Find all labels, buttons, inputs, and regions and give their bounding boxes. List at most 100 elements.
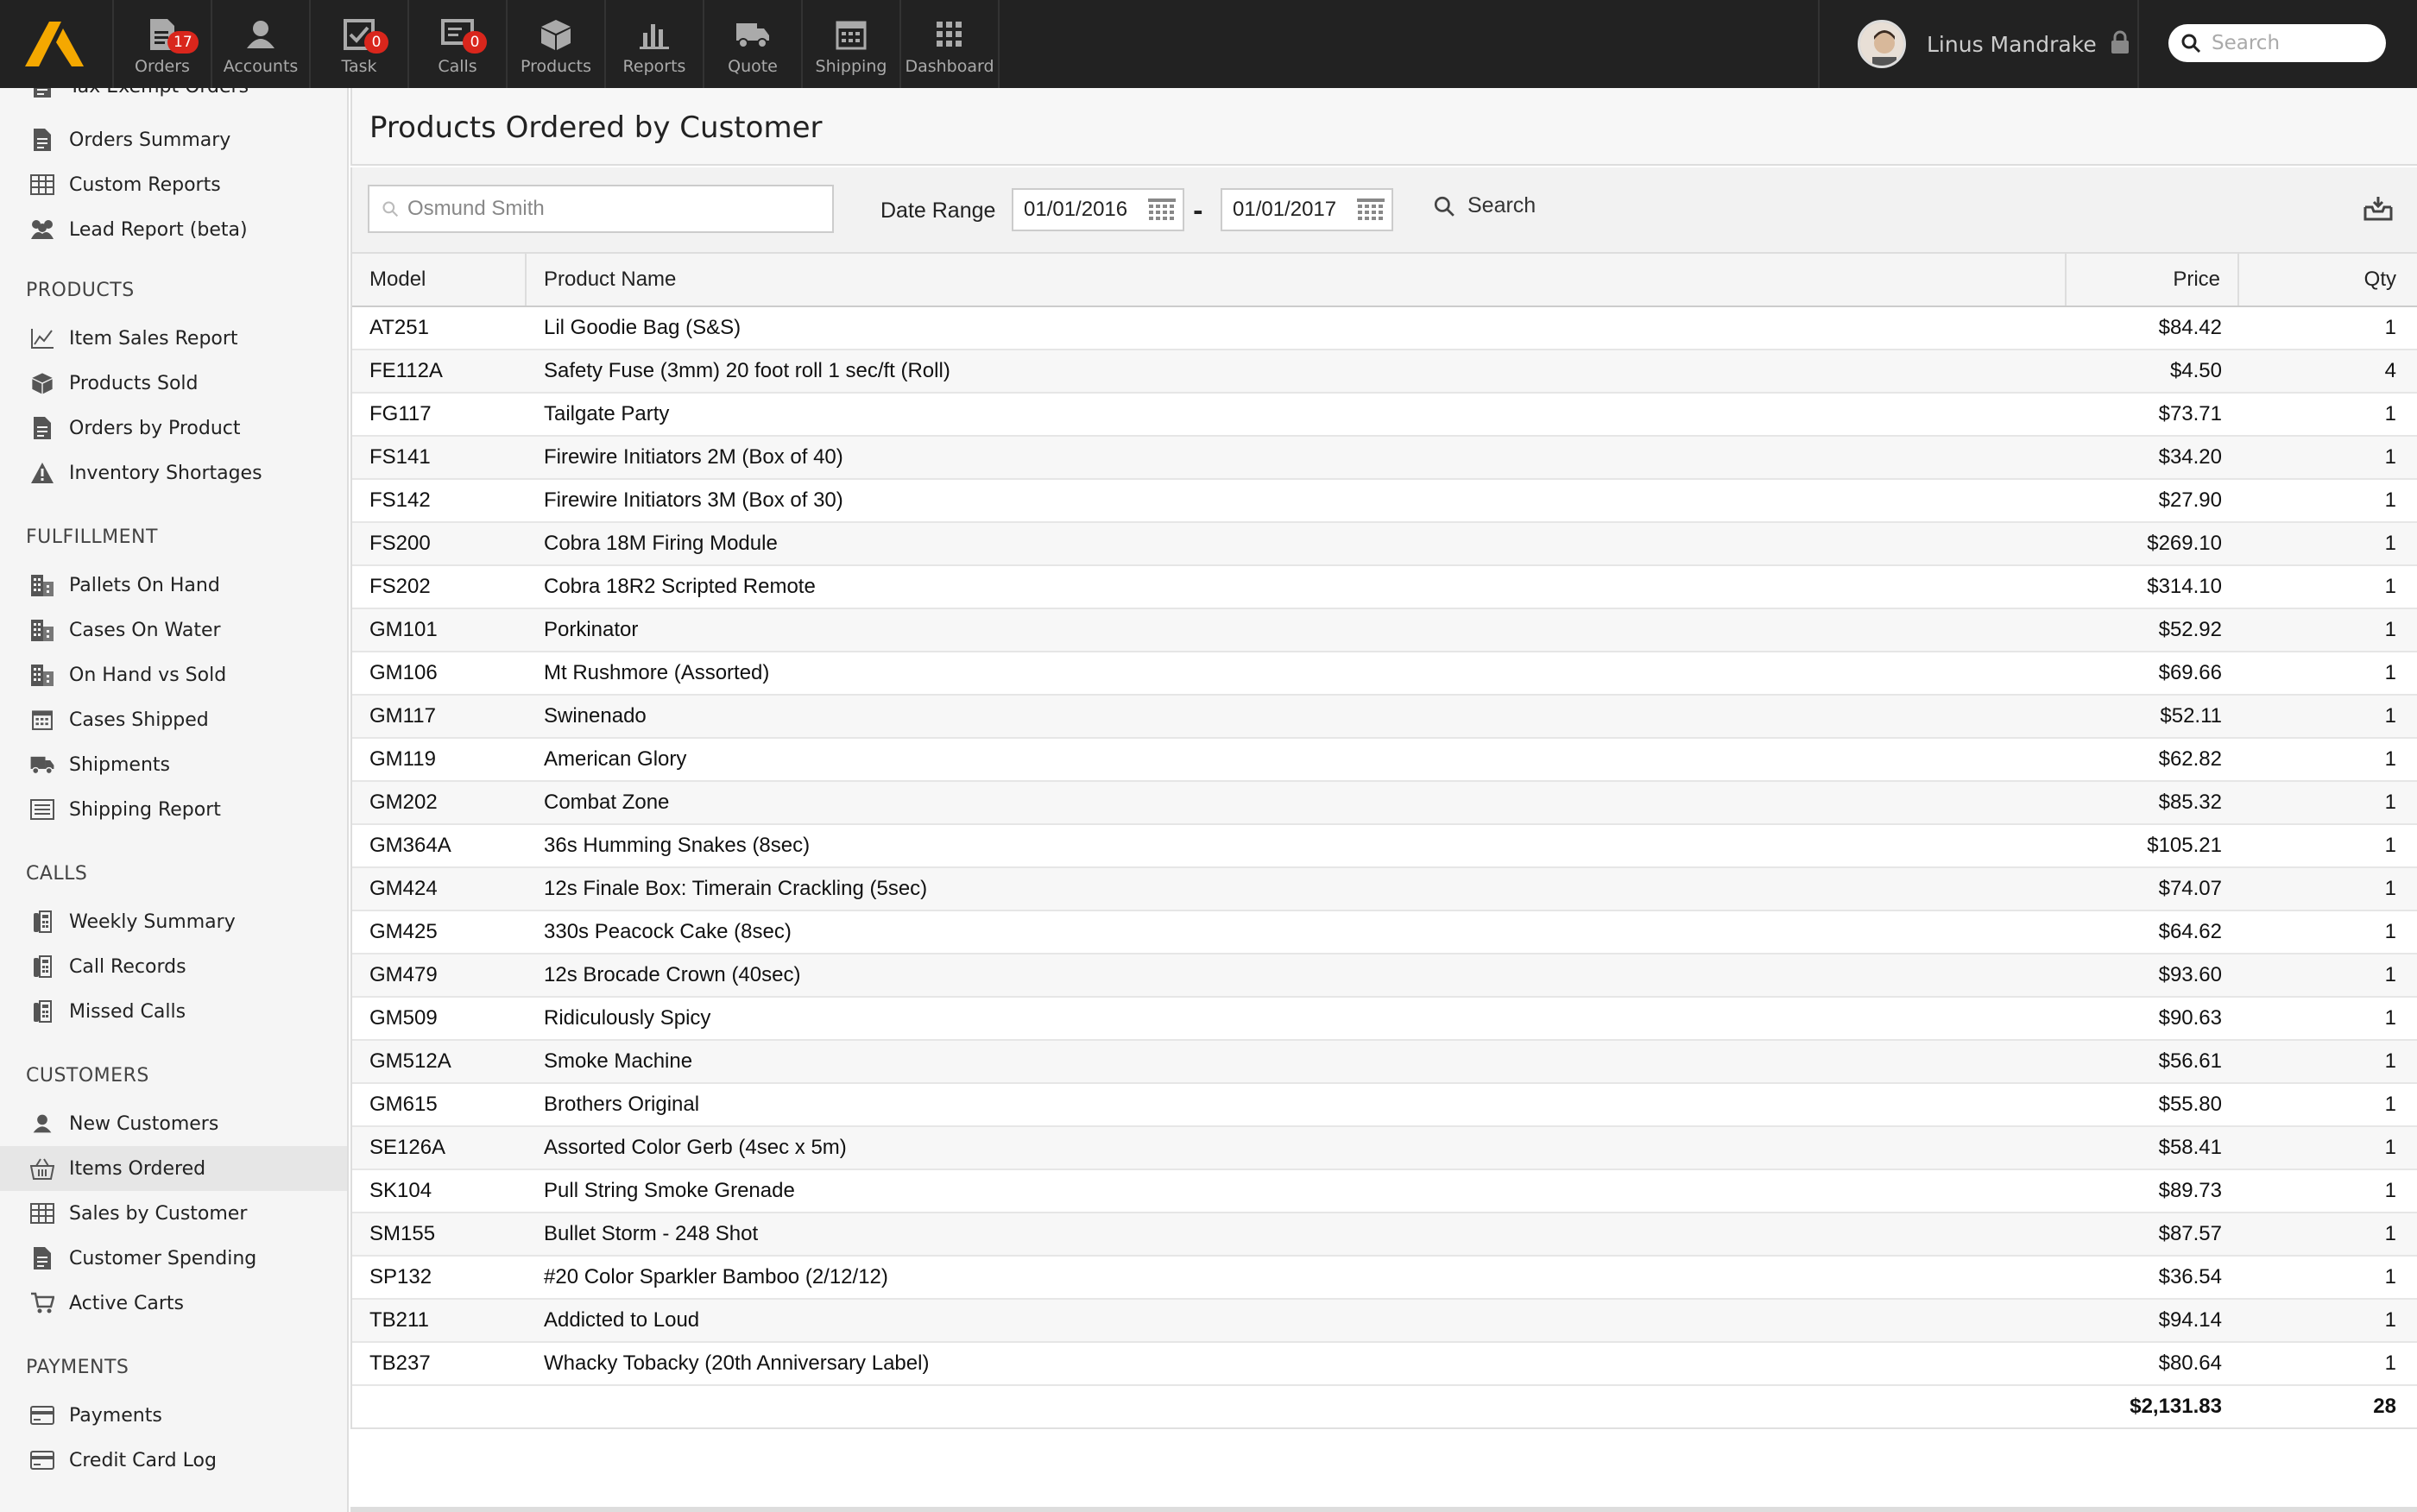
sidebar-item[interactable]: Credit Card Log	[0, 1438, 347, 1483]
cell-product-name: Swinenado	[544, 704, 647, 728]
table-row[interactable]: GM364A 36s Humming Snakes (8sec) $105.21 1	[352, 825, 2417, 868]
table-row[interactable]: SM155 Bullet Storm - 248 Shot $87.57 1	[352, 1213, 2417, 1257]
sidebar-item[interactable]: Weekly Summary	[0, 899, 347, 944]
sidebar-item[interactable]: Active Carts	[0, 1281, 347, 1326]
search-button[interactable]: Search	[1433, 193, 1536, 218]
nav-dashboard[interactable]: Dashboard	[901, 0, 1000, 88]
sidebar-item[interactable]: Cases Shipped	[0, 697, 347, 742]
app-logo[interactable]	[0, 0, 114, 88]
nav-task[interactable]: 0 Task	[311, 0, 409, 88]
date-from-input[interactable]	[1024, 198, 1145, 222]
sidebar-item[interactable]: Products Sold	[0, 361, 347, 406]
accounts-icon	[242, 16, 280, 54]
global-search-input[interactable]	[2212, 32, 2376, 54]
sidebar-item-label: Payments	[69, 1404, 162, 1427]
table-row[interactable]: FS202 Cobra 18R2 Scripted Remote $314.10 1	[352, 566, 2417, 609]
sidebar-item[interactable]: Orders Summary	[0, 117, 347, 162]
table-row[interactable]: SE126A Assorted Color Gerb (4sec x 5m) $58…	[352, 1127, 2417, 1170]
table-row[interactable]: GM106 Mt Rushmore (Assorted) $69.66 1	[352, 652, 2417, 696]
nav-reports[interactable]: Reports	[606, 0, 704, 88]
column-header-model[interactable]: Model	[352, 254, 527, 306]
nav-accounts[interactable]: Accounts	[212, 0, 311, 88]
document-icon	[29, 88, 55, 99]
sidebar-item-label: Pallets On Hand	[69, 574, 220, 596]
cell-qty: 1	[2384, 488, 2396, 512]
sidebar-item[interactable]: On Hand vs Sold	[0, 652, 347, 697]
sidebar-item[interactable]: Custom Reports	[0, 162, 347, 207]
cell-model: GM509	[369, 1006, 438, 1030]
nav-quote[interactable]: Quote	[704, 0, 803, 88]
date-separator: -	[1193, 197, 1203, 225]
table-row[interactable]: GM202 Combat Zone $85.32 1	[352, 782, 2417, 825]
cell-price: $62.82	[2158, 747, 2222, 771]
global-search	[2168, 24, 2386, 62]
table-row[interactable]: GM101 Porkinator $52.92 1	[352, 609, 2417, 652]
sidebar-item[interactable]: Tax Exempt Orders	[0, 88, 347, 109]
table-row[interactable]: FS142 Firewire Initiators 3M (Box of 30) $…	[352, 480, 2417, 523]
table-row[interactable]: GM615 Brothers Original $55.80 1	[352, 1084, 2417, 1127]
cell-model: FS200	[369, 532, 431, 555]
document-icon	[29, 127, 55, 153]
table-row[interactable]: SP132 #20 Color Sparkler Bamboo (2/12/12)…	[352, 1257, 2417, 1300]
table-row[interactable]: FE112A Safety Fuse (3mm) 20 foot roll 1 s…	[352, 350, 2417, 394]
sidebar-item[interactable]: New Customers	[0, 1101, 347, 1146]
sidebar-item[interactable]: Call Records	[0, 944, 347, 989]
cell-model: FS142	[369, 488, 431, 512]
date-to-input[interactable]	[1233, 198, 1354, 222]
table-row[interactable]: FS200 Cobra 18M Firing Module $269.10 1	[352, 523, 2417, 566]
cell-price: $80.64	[2158, 1351, 2222, 1375]
sidebar-item[interactable]: Shipments	[0, 742, 347, 787]
table-row[interactable]: SK104 Pull String Smoke Grenade $89.73 1	[352, 1170, 2417, 1213]
cell-model: GM479	[369, 963, 438, 986]
table-row[interactable]: FS141 Firewire Initiators 2M (Box of 40) $…	[352, 437, 2417, 480]
sidebar-item-label: Active Carts	[69, 1292, 185, 1314]
table-row[interactable]: GM512A Smoke Machine $56.61 1	[352, 1041, 2417, 1084]
sidebar-item[interactable]: Orders by Product	[0, 406, 347, 450]
cell-qty: 1	[2384, 1351, 2396, 1375]
nav-products[interactable]: Products	[508, 0, 606, 88]
sidebar-item[interactable]: Lead Report (beta)	[0, 207, 347, 252]
cart-icon	[29, 1290, 55, 1316]
nav-orders[interactable]: 17 Orders	[114, 0, 212, 88]
nav-calls[interactable]: 0 Calls	[409, 0, 508, 88]
cell-product-name: Bullet Storm - 248 Shot	[544, 1222, 759, 1245]
column-header-price[interactable]: Price	[2067, 254, 2239, 306]
column-header-qty[interactable]: Qty	[2239, 254, 2414, 306]
column-header-product-name[interactable]: Product Name	[527, 254, 2067, 306]
sidebar-item[interactable]: Payments	[0, 1393, 347, 1438]
cell-model: FG117	[369, 402, 432, 425]
table-row[interactable]: GM509 Ridiculously Spicy $90.63 1	[352, 998, 2417, 1041]
calendar-icon[interactable]	[1357, 198, 1385, 226]
table-body: AT251 Lil Goodie Bag (S&S) $84.42 1 FE112A Sa…	[352, 307, 2417, 1386]
sidebar-item[interactable]: Shipping Report	[0, 787, 347, 832]
nav-shipping[interactable]: Shipping	[803, 0, 901, 88]
table-row[interactable]: TB211 Addicted to Loud $94.14 1	[352, 1300, 2417, 1343]
user-menu[interactable]: Linus Mandrake	[1818, 0, 2139, 88]
table-row[interactable]: GM117 Swinenado $52.11 1	[352, 696, 2417, 739]
table-row[interactable]: GM479 12s Brocade Crown (40sec) $93.60 1	[352, 954, 2417, 998]
table-row[interactable]: GM119 American Glory $62.82 1	[352, 739, 2417, 782]
sidebar-item[interactable]: Items Ordered	[0, 1146, 347, 1191]
sidebar-item[interactable]: Sales by Customer	[0, 1191, 347, 1236]
cell-qty: 1	[2384, 532, 2396, 555]
table-row[interactable]: GM424 12s Finale Box: Timerain Crackling …	[352, 868, 2417, 911]
table-row[interactable]: AT251 Lil Goodie Bag (S&S) $84.42 1	[352, 307, 2417, 350]
sidebar-item-label: Cases Shipped	[69, 709, 209, 731]
export-button[interactable]	[2363, 195, 2393, 224]
lock-icon[interactable]	[2111, 30, 2130, 58]
sidebar-item[interactable]: Inventory Shortages	[0, 450, 347, 495]
table-row[interactable]: GM425 330s Peacock Cake (8sec) $64.62 1	[352, 911, 2417, 954]
calendar-icon[interactable]	[1148, 198, 1176, 226]
cell-model: GM117	[369, 704, 436, 728]
sidebar-item[interactable]: Item Sales Report	[0, 316, 347, 361]
sidebar-item-label: Missed Calls	[69, 1000, 186, 1023]
sidebar-item[interactable]: Pallets On Hand	[0, 563, 347, 608]
table-row[interactable]: FG117 Tailgate Party $73.71 1	[352, 394, 2417, 437]
cell-price: $85.32	[2158, 791, 2222, 814]
sidebar-item[interactable]: Missed Calls	[0, 989, 347, 1034]
sidebar-item[interactable]: Cases On Water	[0, 608, 347, 652]
sidebar-item[interactable]: Customer Spending	[0, 1236, 347, 1281]
table-row[interactable]: TB237 Whacky Tobacky (20th Anniversary La…	[352, 1343, 2417, 1386]
card-icon	[29, 1447, 55, 1473]
customer-input[interactable]	[407, 197, 822, 221]
